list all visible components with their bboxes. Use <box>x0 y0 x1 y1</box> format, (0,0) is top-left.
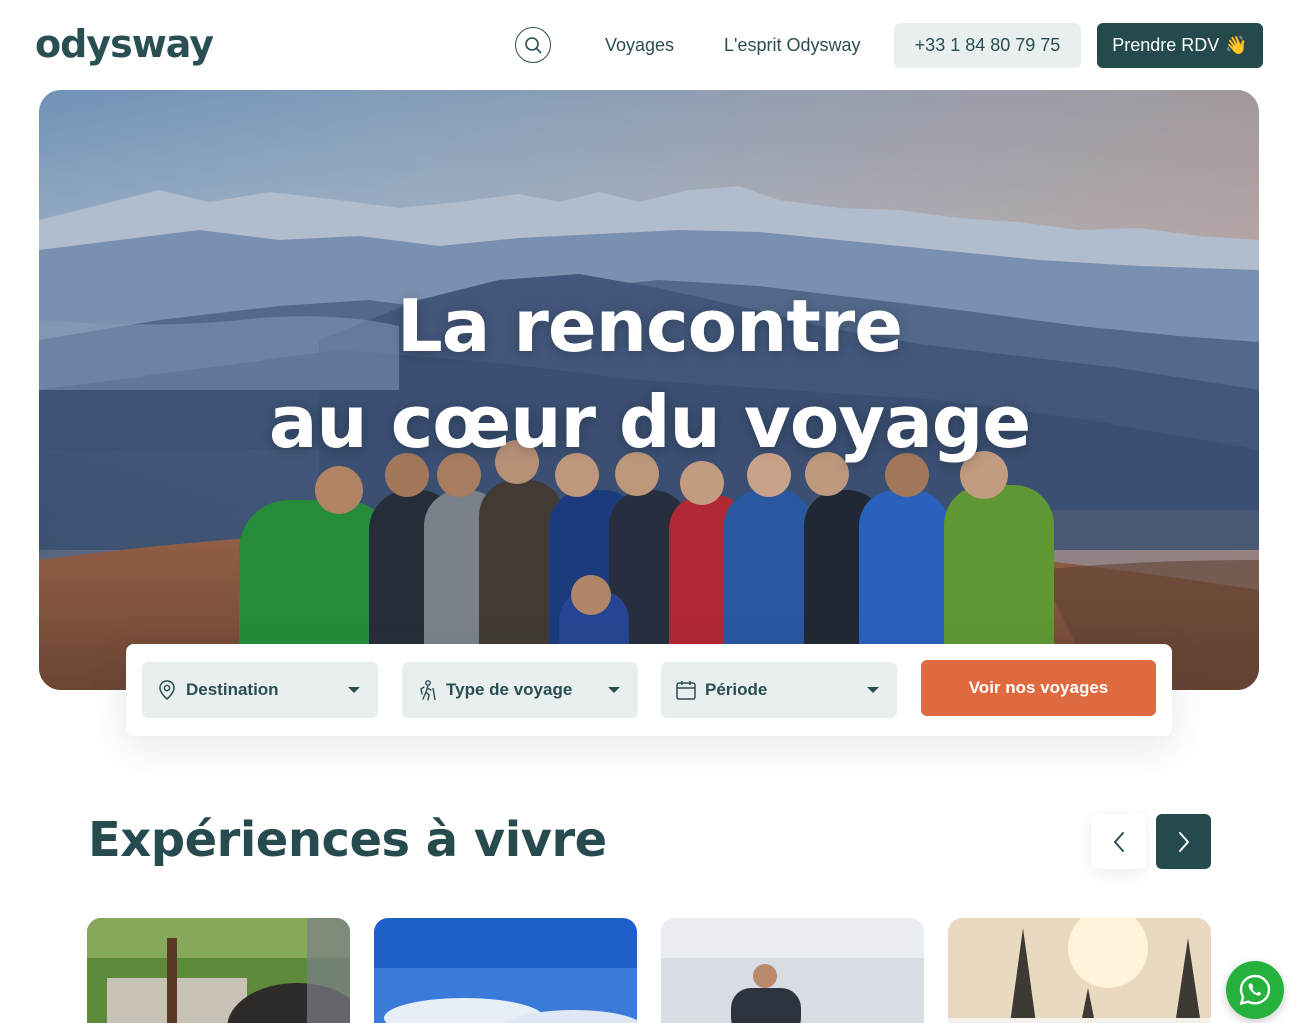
carousel-prev-button[interactable] <box>1091 814 1146 869</box>
phone-button[interactable]: +33 1 84 80 79 75 <box>894 23 1081 68</box>
section-title: Expériences à vivre <box>88 812 607 868</box>
experience-card-image <box>661 918 924 1023</box>
search-icon <box>525 37 542 54</box>
nav-voyages[interactable]: Voyages <box>605 35 674 56</box>
periode-label: Période <box>705 680 768 699</box>
trip-search-panel: Destination Type de voyage Période Voir … <box>126 644 1172 736</box>
chevron-down-icon <box>608 687 620 693</box>
logo[interactable]: odysway <box>35 22 214 66</box>
destination-dropdown[interactable]: Destination <box>142 662 378 718</box>
chevron-left-icon <box>1113 831 1124 852</box>
experience-card-image <box>374 918 637 1023</box>
site-header: odysway Voyages L'esprit Odysway +33 1 8… <box>0 0 1299 90</box>
destination-label: Destination <box>186 680 279 699</box>
experience-card[interactable] <box>87 918 350 1023</box>
chevron-right-icon <box>1178 831 1189 852</box>
chevron-down-icon <box>348 687 360 693</box>
type-voyage-dropdown[interactable]: Type de voyage <box>402 662 638 718</box>
experience-card-image <box>87 918 350 1023</box>
hiker-icon <box>416 679 438 701</box>
hero-title-line-2: au cœur du voyage <box>268 380 1031 464</box>
calendar-icon <box>675 679 697 701</box>
experience-card[interactable] <box>661 918 924 1023</box>
hero-title: La rencontre au cœur du voyage <box>0 278 1299 470</box>
carousel-next-button[interactable] <box>1156 814 1211 869</box>
whatsapp-icon <box>1239 974 1271 1006</box>
experience-card[interactable] <box>948 918 1211 1023</box>
experience-card[interactable] <box>374 918 637 1023</box>
type-voyage-label: Type de voyage <box>446 680 573 699</box>
search-button[interactable] <box>515 27 551 63</box>
periode-dropdown[interactable]: Période <box>661 662 897 718</box>
waving-hand-icon: 👋 <box>1225 35 1248 55</box>
chevron-down-icon <box>867 687 879 693</box>
hero-title-line-1: La rencontre <box>396 284 903 368</box>
map-pin-icon <box>156 679 178 701</box>
rdv-label: Prendre RDV <box>1112 35 1220 55</box>
whatsapp-button[interactable] <box>1226 961 1284 1019</box>
voir-nos-voyages-button[interactable]: Voir nos voyages <box>921 660 1156 716</box>
prendre-rdv-button[interactable]: Prendre RDV 👋 <box>1097 23 1263 68</box>
experience-card-image <box>948 918 1211 1023</box>
nav-esprit-odysway[interactable]: L'esprit Odysway <box>724 35 861 56</box>
